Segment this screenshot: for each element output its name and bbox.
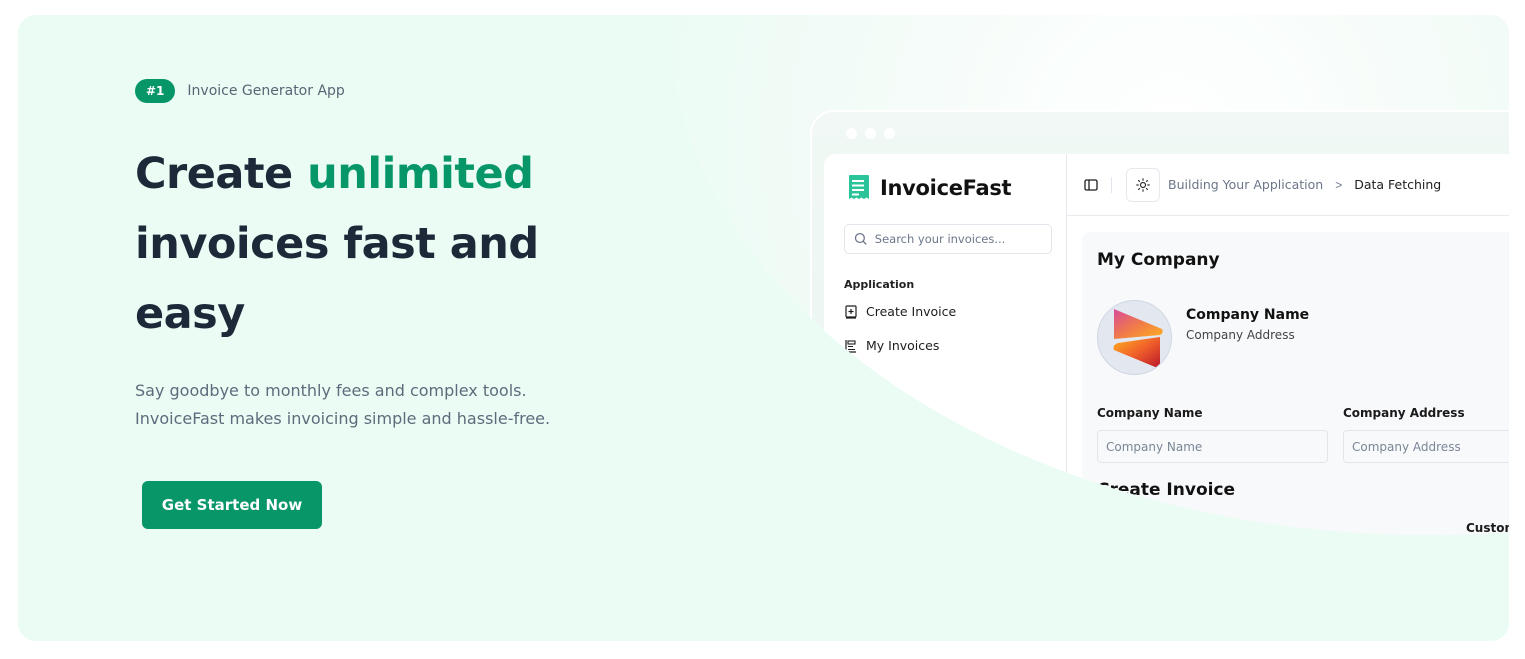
sun-icon bbox=[1136, 177, 1150, 192]
headline-part2: invoices fast and easy bbox=[135, 219, 539, 339]
headline: Create unlimited invoices fast and easy bbox=[135, 139, 575, 349]
divider bbox=[1111, 176, 1112, 193]
sidebar-group-label: Application bbox=[844, 278, 915, 291]
badge-row: #1 Invoice Generator App bbox=[135, 79, 345, 103]
app-window: InvoiceFast Application bbox=[824, 154, 1509, 577]
sidebar-item-create-invoice[interactable]: Create Invoice bbox=[844, 304, 956, 319]
subtext-line-2: InvoiceFast makes invoicing simple and h… bbox=[135, 409, 551, 428]
create-invoice-title: Create Invoice bbox=[1097, 480, 1236, 500]
topbar: Building Your Application > Data Fetchin… bbox=[1067, 154, 1509, 216]
list-icon bbox=[845, 339, 856, 353]
badge-text: Invoice Generator App bbox=[187, 83, 345, 99]
search-icon bbox=[854, 232, 867, 245]
app-name: InvoiceFast bbox=[880, 176, 1012, 200]
sidebar-toggle-icon[interactable] bbox=[1083, 177, 1099, 193]
breadcrumb-parent[interactable]: Building Your Application bbox=[1168, 177, 1323, 192]
sidebar-item-label: My Invoices bbox=[866, 338, 940, 353]
customer-second-field[interactable] bbox=[1466, 544, 1509, 577]
window-dots bbox=[846, 128, 895, 139]
rank-badge: #1 bbox=[135, 79, 176, 103]
subtext-line-1: Say goodbye to monthly fees and complex … bbox=[135, 381, 527, 400]
company-name: Company Name bbox=[1186, 307, 1310, 323]
breadcrumb-current: Data Fetching bbox=[1354, 177, 1442, 192]
breadcrumb-separator: > bbox=[1335, 177, 1343, 192]
window-frame: InvoiceFast Application bbox=[810, 110, 1509, 535]
company-logo-image bbox=[1113, 309, 1163, 369]
customer-name-label: Customer Name bbox=[1097, 521, 1205, 535]
app-preview: InvoiceFast Application bbox=[668, 15, 1509, 535]
company-address-field[interactable] bbox=[1343, 430, 1509, 463]
sidebar-item-label: Create Invoice bbox=[866, 304, 957, 319]
theme-toggle-button[interactable] bbox=[1126, 167, 1160, 202]
customer-name-field[interactable] bbox=[1097, 544, 1450, 577]
search-box[interactable] bbox=[844, 224, 1052, 254]
window-dot bbox=[884, 128, 895, 139]
sidebar-item-my-invoices[interactable]: My Invoices bbox=[844, 338, 939, 353]
search-input[interactable] bbox=[874, 232, 1042, 246]
company-logo[interactable] bbox=[1097, 300, 1172, 375]
hero-section: #1 Invoice Generator App Create unlimite… bbox=[18, 15, 1509, 641]
company-address-label: Company Address bbox=[1343, 406, 1465, 420]
main-content: My Company Company Name Company Address … bbox=[1082, 232, 1509, 577]
brand[interactable]: InvoiceFast bbox=[846, 174, 1012, 202]
headline-accent: unlimited bbox=[307, 149, 534, 199]
company-section-title: My Company bbox=[1097, 250, 1220, 270]
company-address: Company Address bbox=[1186, 328, 1295, 342]
get-started-button[interactable]: Get Started Now bbox=[142, 481, 322, 529]
receipt-icon bbox=[848, 175, 869, 199]
plus-book-icon bbox=[845, 304, 857, 319]
sidebar: InvoiceFast Application bbox=[824, 154, 1067, 535]
window-dot bbox=[865, 128, 876, 139]
subtext: Say goodbye to monthly fees and complex … bbox=[135, 377, 595, 433]
headline-part1: Create bbox=[135, 149, 308, 199]
company-name-field[interactable] bbox=[1097, 430, 1328, 463]
customer-second-label: Custom bbox=[1466, 521, 1509, 535]
company-name-label: Company Name bbox=[1097, 406, 1203, 420]
window-dot bbox=[846, 128, 857, 139]
